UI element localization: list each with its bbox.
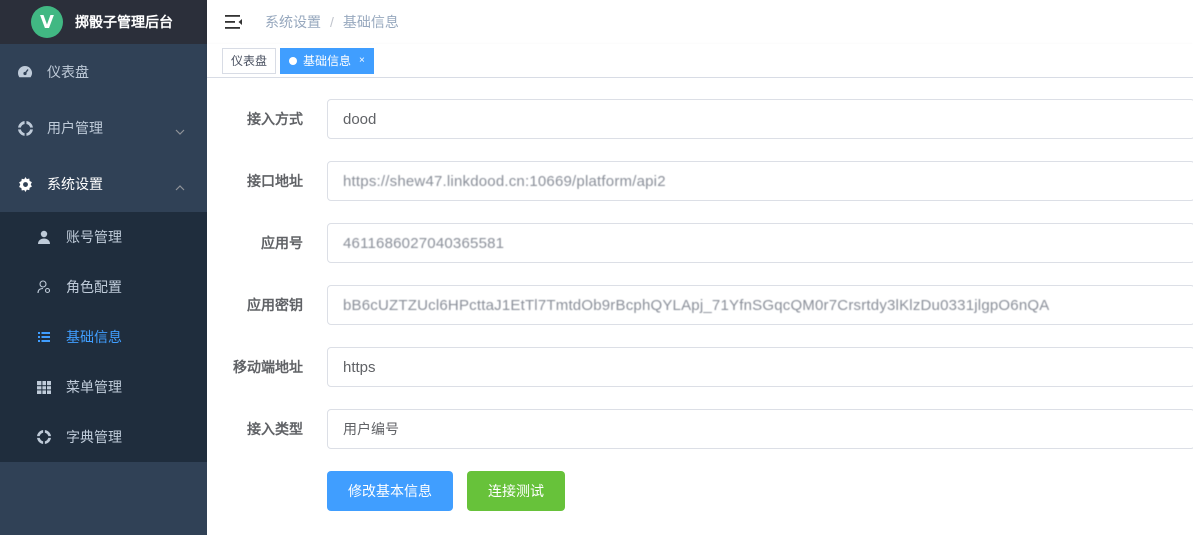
api-url-label: 接口地址 <box>247 173 303 189</box>
hamburger-icon[interactable] <box>223 12 243 32</box>
form-row-mobile-url: 移动端地址 https <box>207 347 1193 387</box>
breadcrumb-current: 基础信息 <box>342 14 399 30</box>
sidebar-item-label: 菜单管理 <box>66 379 122 395</box>
form-row-app-id: 应用号 4611686027040365581 <box>207 223 1193 263</box>
logo-area[interactable]: V 掷骰子管理后台 <box>0 0 207 44</box>
navbar: 系统设置 / 基础信息 <box>207 0 1193 44</box>
sidebar-item-dashboard[interactable]: 仪表盘 <box>0 44 207 100</box>
access-mode-value: dood <box>343 110 377 128</box>
app-id-input[interactable]: 4611686027040365581 <box>327 223 1193 263</box>
access-type-select[interactable]: 用户编号 <box>327 409 1193 449</box>
edit-basic-info-button[interactable]: 修改基本信息 <box>327 471 453 511</box>
sidebar-item-label: 系统设置 <box>47 176 103 192</box>
form-row-access-type: 接入类型 用户编号 <box>207 409 1193 449</box>
connection-test-button[interactable]: 连接测试 <box>467 471 565 511</box>
access-type-value: 用户编号 <box>343 421 399 437</box>
sidebar-item-dict[interactable]: 字典管理 <box>0 412 207 462</box>
tag-dashboard[interactable]: 仪表盘 <box>222 47 277 74</box>
tag-label: 基础信息 <box>303 53 352 68</box>
sidebar-item-system[interactable]: 系统设置 <box>0 156 207 212</box>
logo-icon: V <box>31 6 63 38</box>
user-icon <box>36 229 52 245</box>
access-mode-input[interactable]: dood <box>327 99 1193 139</box>
list-icon <box>36 329 52 345</box>
app-id-value: 4611686027040365581 <box>343 234 505 252</box>
role-icon <box>36 279 52 295</box>
breadcrumb-separator: / <box>330 14 334 30</box>
form-row-api-url: 接口地址 https://shew47.linkdood.cn:10669/pl… <box>207 161 1193 201</box>
user-mgmt-icon <box>17 120 33 136</box>
active-dot-icon <box>289 56 298 65</box>
tag-basic[interactable]: 基础信息 × <box>280 47 374 74</box>
app-secret-label: 应用密钥 <box>247 297 303 313</box>
system-submenu: 账号管理 角色配置 基础信息 菜单管理 字典管理 <box>0 212 207 462</box>
app-secret-value: bB6cUZTZUcl6HPcttaJ1EtTl7TmtdOb9rBcphQYL… <box>343 296 1050 314</box>
close-icon[interactable]: × <box>359 49 365 73</box>
sidebar: V 掷骰子管理后台 仪表盘 用户管理 系统设置 账号管理 角色配置 基础信息 菜… <box>0 0 207 535</box>
access-type-label: 接入类型 <box>247 421 303 437</box>
dict-icon <box>36 429 52 445</box>
gear-icon <box>17 176 33 192</box>
sidebar-item-menu[interactable]: 菜单管理 <box>0 362 207 412</box>
chevron-down-icon <box>175 122 185 138</box>
app-secret-input[interactable]: bB6cUZTZUcl6HPcttaJ1EtTl7TmtdOb9rBcphQYL… <box>327 285 1193 325</box>
breadcrumb: 系统设置 / 基础信息 <box>265 12 399 32</box>
api-url-value: https://shew47.linkdood.cn:10669/platfor… <box>343 172 666 190</box>
form-row-app-secret: 应用密钥 bB6cUZTZUcl6HPcttaJ1EtTl7TmtdOb9rBc… <box>207 285 1193 325</box>
app-title: 掷骰子管理后台 <box>75 14 173 30</box>
tag-label: 仪表盘 <box>231 53 268 68</box>
sidebar-item-account[interactable]: 账号管理 <box>0 212 207 262</box>
dashboard-icon <box>17 64 33 80</box>
tags-view: 仪表盘 基础信息 × <box>207 44 1193 78</box>
sidebar-item-user-mgmt[interactable]: 用户管理 <box>0 100 207 156</box>
sidebar-item-label: 用户管理 <box>47 120 103 136</box>
table-icon <box>36 379 52 395</box>
form-row-access-mode: 接入方式 dood <box>207 99 1193 139</box>
main-content: 接入方式 dood 接口地址 https://shew47.linkdood.c… <box>207 78 1193 535</box>
mobile-url-label: 移动端地址 <box>233 359 303 375</box>
sidebar-item-label: 角色配置 <box>66 279 122 295</box>
sidebar-item-label: 基础信息 <box>66 329 122 345</box>
breadcrumb-item[interactable]: 系统设置 <box>265 12 321 32</box>
sidebar-item-label: 字典管理 <box>66 429 122 445</box>
mobile-url-input[interactable]: https <box>327 347 1193 387</box>
api-url-input[interactable]: https://shew47.linkdood.cn:10669/platfor… <box>327 161 1193 201</box>
mobile-url-value: https <box>343 358 376 376</box>
sidebar-item-basic[interactable]: 基础信息 <box>0 312 207 362</box>
access-mode-label: 接入方式 <box>247 111 303 127</box>
sidebar-item-role[interactable]: 角色配置 <box>0 262 207 312</box>
chevron-up-icon <box>175 178 185 194</box>
app-id-label: 应用号 <box>261 235 303 251</box>
sidebar-item-label: 仪表盘 <box>47 64 89 80</box>
sidebar-item-label: 账号管理 <box>66 229 122 245</box>
